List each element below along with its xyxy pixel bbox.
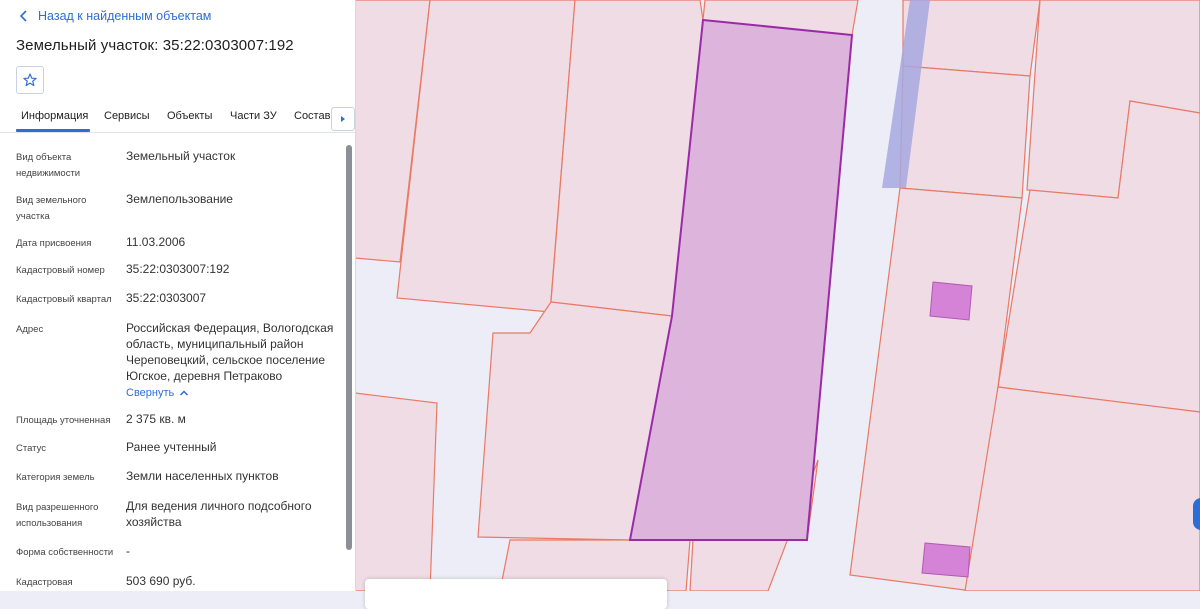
tab-objects[interactable]: Объекты <box>167 110 212 122</box>
map-info-card[interactable] <box>365 579 667 609</box>
attribute-label: Адрес <box>16 324 44 335</box>
attribute-label: Статус <box>16 443 47 454</box>
tabs-scroll-right-button[interactable] <box>331 107 355 131</box>
parcel[interactable] <box>899 65 1031 199</box>
building[interactable] <box>921 542 971 578</box>
panel-scrollbar[interactable] <box>346 145 352 550</box>
star-icon <box>23 73 37 87</box>
attribute-value: 35:22:0303007 <box>126 291 207 305</box>
parcel[interactable] <box>355 392 438 591</box>
caret-right-icon <box>341 116 345 122</box>
attribute-label: Вид земельного участка <box>16 195 87 222</box>
attribute-label: Кадастровая <box>16 577 73 588</box>
cadastral-map[interactable] <box>355 0 1200 591</box>
attribute-value: - <box>126 544 130 558</box>
attribute-label: Кадастровый квартал <box>16 294 112 305</box>
attribute-label: Площадь уточненная <box>16 415 111 426</box>
tab-services[interactable]: Сервисы <box>104 110 150 122</box>
address-text: Российская Федерация, Вологодская област… <box>126 321 334 383</box>
chevron-up-icon <box>180 390 189 396</box>
collapse-address-link[interactable]: Свернуть <box>126 385 190 401</box>
attribute-value: Земли населенных пунктов <box>126 469 279 483</box>
map-side-toggle-button[interactable] <box>1193 498 1200 530</box>
chevron-left-icon <box>19 10 27 22</box>
attribute-label: Форма собственности <box>16 547 114 558</box>
attribute-label: Кадастровый номер <box>16 265 105 276</box>
attribute-label: Категория земель <box>16 472 95 483</box>
attribute-value: 503 690 руб. <box>126 574 196 588</box>
attribute-value: 2 375 кв. м <box>126 412 186 426</box>
attribute-label: Вид объекта недвижимости <box>16 152 81 179</box>
back-link-label: Назад к найденным объектам <box>38 9 212 23</box>
attribute-value: Земельный участок <box>126 149 236 163</box>
back-link[interactable]: Назад к найденным объектам <box>16 8 211 24</box>
attribute-value: Землепользование <box>126 192 233 206</box>
attribute-value: 11.03.2006 <box>126 235 186 249</box>
attribute-value: Для ведения личного подсобного хозяйства <box>126 499 312 529</box>
building[interactable] <box>929 281 973 321</box>
tab-bar: Информация Сервисы Объекты Части ЗУ Сост… <box>0 100 355 133</box>
map-canvas <box>355 0 1200 591</box>
tab-information[interactable]: Информация <box>21 110 88 122</box>
info-panel: Назад к найденным объектам Земельный уча… <box>0 0 356 591</box>
attribute-value: Ранее учтенный <box>126 440 217 454</box>
attribute-label: Дата присвоения <box>16 238 92 249</box>
page-title: Земельный участок: 35:22:0303007:192 <box>16 37 294 54</box>
active-tab-indicator <box>16 129 90 132</box>
collapse-label: Свернуть <box>126 387 175 399</box>
attribute-label: Вид разрешенного использования <box>16 502 99 529</box>
favorite-button[interactable] <box>16 66 44 94</box>
attribute-value: 35:22:0303007:192 <box>126 262 230 276</box>
tab-composition[interactable]: Состав <box>294 110 330 122</box>
tab-parts[interactable]: Части ЗУ <box>230 110 277 122</box>
parcel[interactable] <box>964 386 1200 591</box>
attribute-value-address: Российская Федерация, Вологодская област… <box>126 320 338 401</box>
